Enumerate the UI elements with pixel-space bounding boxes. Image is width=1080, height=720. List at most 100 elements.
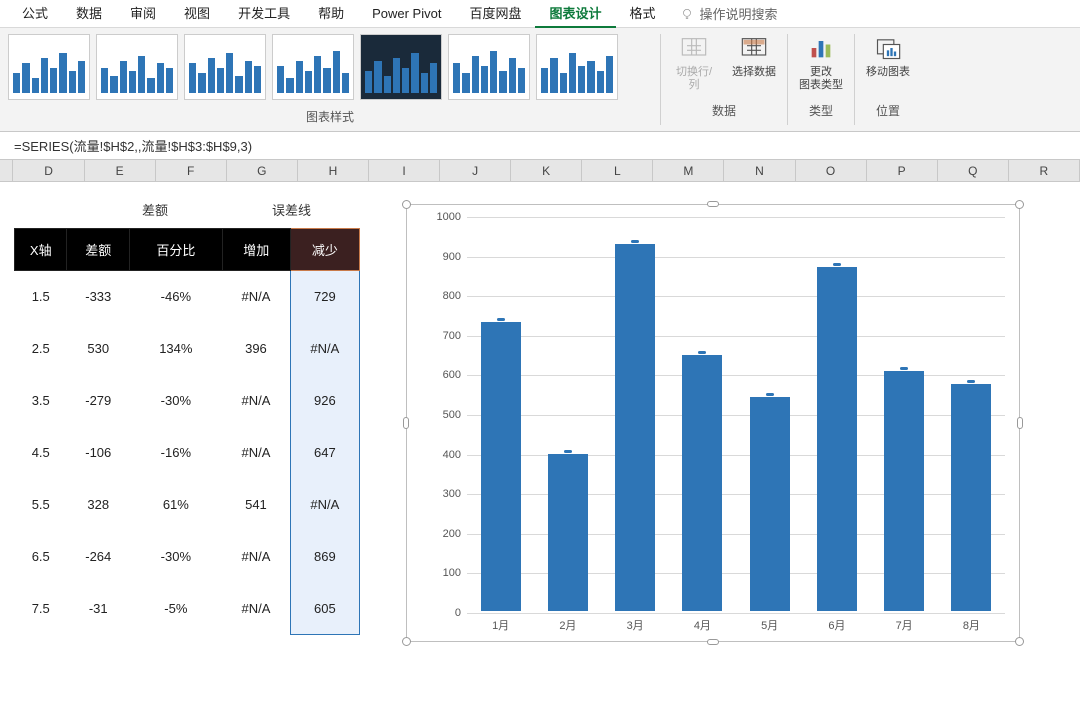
col-header[interactable]: H bbox=[298, 160, 369, 181]
col-header[interactable]: N bbox=[724, 160, 795, 181]
table-cell[interactable]: #N/A bbox=[222, 583, 290, 635]
ribbon-tab-2[interactable]: 审阅 bbox=[116, 0, 170, 28]
ribbon-tab-6[interactable]: Power Pivot bbox=[358, 0, 455, 28]
resize-handle[interactable] bbox=[1015, 200, 1024, 209]
resize-handle[interactable] bbox=[402, 637, 411, 646]
resize-handle[interactable] bbox=[707, 639, 719, 645]
chart-style-thumb[interactable] bbox=[536, 34, 618, 100]
col-header[interactable]: F bbox=[156, 160, 227, 181]
table-cell[interactable]: 605 bbox=[290, 583, 359, 635]
table-cell[interactable]: -5% bbox=[130, 583, 223, 635]
chart-style-thumb[interactable] bbox=[8, 34, 90, 100]
table-cell[interactable]: 2.5 bbox=[15, 323, 67, 375]
col-header[interactable]: R bbox=[1009, 160, 1080, 181]
table-cell[interactable]: 1.5 bbox=[15, 271, 67, 323]
table-cell[interactable]: 5.5 bbox=[15, 479, 67, 531]
table-cell[interactable]: #N/A bbox=[222, 427, 290, 479]
ribbon-tab-5[interactable]: 帮助 bbox=[304, 0, 358, 28]
formula-bar[interactable]: =SERIES(流量!$H$2,,流量!$H$3:$H$9,3) bbox=[0, 132, 1080, 160]
col-header[interactable]: J bbox=[440, 160, 511, 181]
ribbon-tab-7[interactable]: 百度网盘 bbox=[455, 0, 535, 28]
table-cell[interactable]: 647 bbox=[290, 427, 359, 479]
embedded-chart[interactable]: 01002003004005006007008009001000 1月2月3月4… bbox=[406, 204, 1020, 642]
table-cell[interactable]: 926 bbox=[290, 375, 359, 427]
switch-row-col-button[interactable]: 切换行/列 bbox=[671, 34, 717, 92]
col-header[interactable]: D bbox=[13, 160, 84, 181]
table-cell[interactable]: 729 bbox=[290, 271, 359, 323]
bar[interactable] bbox=[750, 397, 790, 611]
y-tick-label: 600 bbox=[427, 369, 461, 381]
bar[interactable] bbox=[615, 244, 655, 611]
table-header: 增加 bbox=[222, 229, 290, 271]
col-header[interactable]: G bbox=[227, 160, 298, 181]
table-cell[interactable]: -264 bbox=[67, 531, 130, 583]
table-cell[interactable]: #N/A bbox=[222, 375, 290, 427]
tell-me[interactable]: 操作说明搜索 bbox=[680, 4, 778, 23]
move-chart-button[interactable]: 移动图表 bbox=[865, 34, 911, 79]
col-header[interactable]: P bbox=[867, 160, 938, 181]
ribbon-tab-1[interactable]: 数据 bbox=[62, 0, 116, 28]
resize-handle[interactable] bbox=[403, 417, 409, 429]
chart-style-thumb[interactable] bbox=[96, 34, 178, 100]
change-chart-type-button[interactable]: 更改 图表类型 bbox=[798, 34, 844, 92]
formula-text: =SERIES(流量!$H$2,,流量!$H$3:$H$9,3) bbox=[14, 136, 252, 155]
bar[interactable] bbox=[884, 371, 924, 611]
table-cell[interactable]: -106 bbox=[67, 427, 130, 479]
table-cell[interactable]: -16% bbox=[130, 427, 223, 479]
table-cell[interactable]: 61% bbox=[130, 479, 223, 531]
table-row: 2.5530134%396#N/A bbox=[15, 323, 360, 375]
bar[interactable] bbox=[481, 322, 521, 611]
table-cell[interactable]: 4.5 bbox=[15, 427, 67, 479]
table-cell[interactable]: #N/A bbox=[290, 479, 359, 531]
table-cell[interactable]: #N/A bbox=[222, 271, 290, 323]
col-header[interactable]: E bbox=[85, 160, 156, 181]
table-cell[interactable]: 7.5 bbox=[15, 583, 67, 635]
table-cell[interactable]: -30% bbox=[130, 531, 223, 583]
bar[interactable] bbox=[548, 454, 588, 611]
ribbon-tab-9[interactable]: 格式 bbox=[616, 0, 670, 28]
table-cell[interactable]: #N/A bbox=[290, 323, 359, 375]
select-data-button[interactable]: 选择数据 bbox=[731, 34, 777, 79]
table-cell[interactable]: -333 bbox=[67, 271, 130, 323]
table-cell[interactable]: 869 bbox=[290, 531, 359, 583]
chart-style-thumb[interactable] bbox=[272, 34, 354, 100]
table-cell[interactable]: -279 bbox=[67, 375, 130, 427]
ribbon-tab-8[interactable]: 图表设计 bbox=[535, 0, 615, 28]
table-cell[interactable]: 6.5 bbox=[15, 531, 67, 583]
ribbon-tab-4[interactable]: 开发工具 bbox=[224, 0, 304, 28]
col-header[interactable]: I bbox=[369, 160, 440, 181]
table-cell[interactable]: -31 bbox=[67, 583, 130, 635]
resize-handle[interactable] bbox=[707, 201, 719, 207]
table-cell[interactable]: 328 bbox=[67, 479, 130, 531]
table-cell[interactable]: 134% bbox=[130, 323, 223, 375]
table-row: 7.5-31-5%#N/A605 bbox=[15, 583, 360, 635]
chart-style-thumb[interactable] bbox=[360, 34, 442, 100]
resize-handle[interactable] bbox=[1015, 637, 1024, 646]
chart-style-thumb[interactable] bbox=[448, 34, 530, 100]
table-cell[interactable]: 3.5 bbox=[15, 375, 67, 427]
bar[interactable] bbox=[682, 355, 722, 611]
x-tick-label: 4月 bbox=[694, 617, 711, 633]
table-cell[interactable]: #N/A bbox=[222, 531, 290, 583]
bar[interactable] bbox=[951, 384, 991, 611]
col-header[interactable]: Q bbox=[938, 160, 1009, 181]
table-cell[interactable]: -30% bbox=[130, 375, 223, 427]
col-header[interactable]: M bbox=[653, 160, 724, 181]
bar[interactable] bbox=[817, 267, 857, 611]
resize-handle[interactable] bbox=[402, 200, 411, 209]
table-cell[interactable]: 396 bbox=[222, 323, 290, 375]
table-cell[interactable]: 530 bbox=[67, 323, 130, 375]
ribbon-tab-0[interactable]: 公式 bbox=[8, 0, 62, 28]
table-cell[interactable]: -46% bbox=[130, 271, 223, 323]
resize-handle[interactable] bbox=[1017, 417, 1023, 429]
col-header[interactable]: L bbox=[582, 160, 653, 181]
gridline bbox=[467, 613, 1005, 614]
x-tick-label: 1月 bbox=[492, 617, 509, 633]
col-header[interactable]: O bbox=[796, 160, 867, 181]
chart-style-thumb[interactable] bbox=[184, 34, 266, 100]
table-cell[interactable]: 541 bbox=[222, 479, 290, 531]
ribbon-tab-3[interactable]: 视图 bbox=[170, 0, 224, 28]
x-tick-label: 2月 bbox=[559, 617, 576, 633]
col-header[interactable]: K bbox=[511, 160, 582, 181]
sheet-area[interactable]: 差额 误差线 X轴差额百分比增加减少1.5-333-46%#N/A7292.55… bbox=[0, 182, 1080, 720]
